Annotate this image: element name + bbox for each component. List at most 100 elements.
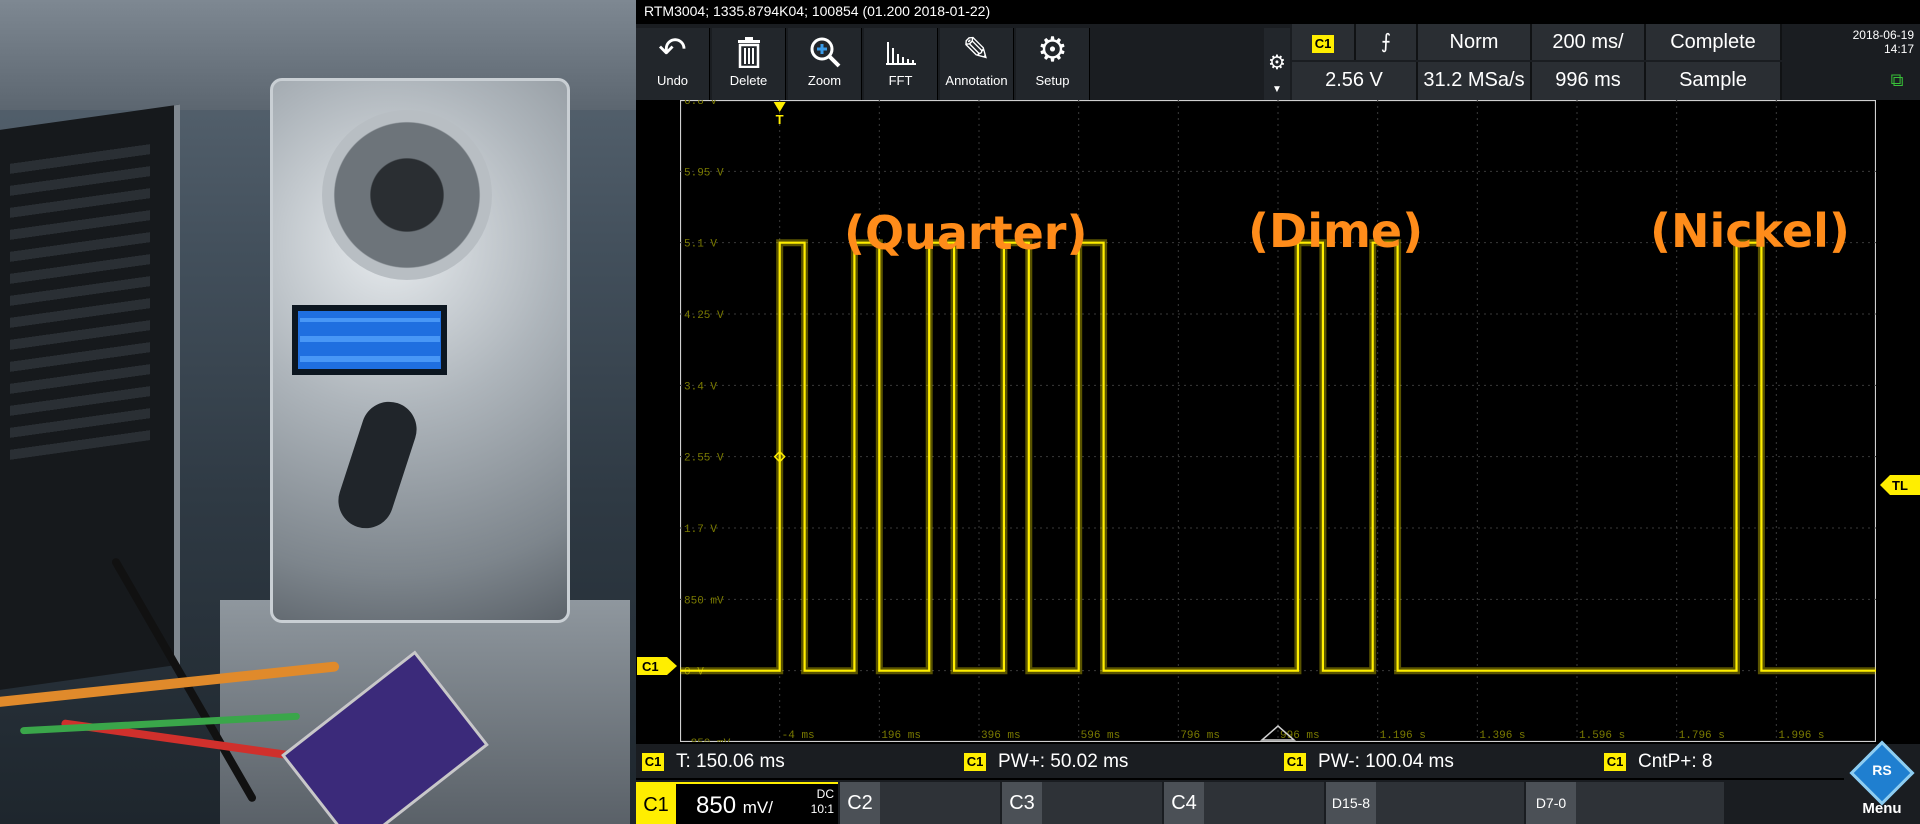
oscilloscope-screen: RTM3004; 1335.8794K04; 100854 (01.200 20…	[636, 0, 1920, 824]
undo-icon: ↶	[658, 31, 687, 69]
measurement-text: T: 150.06 ms	[676, 751, 785, 772]
screen: RTM3004; 1335.8794K04; 100854 (01.200 20…	[0, 0, 1920, 824]
date: 2018-06-19	[1852, 28, 1914, 42]
trace-glow	[680, 239, 1876, 675]
channel-tag: D15-8	[1326, 782, 1376, 824]
trigger-source[interactable]: C1	[1292, 24, 1356, 60]
trigger-level-marker[interactable]: TL	[1880, 475, 1920, 495]
gear-icon: ⚙	[1268, 52, 1286, 74]
channel-1-offset-marker[interactable]: C1	[637, 657, 677, 675]
measurement-source-badge: C1	[1284, 753, 1306, 771]
annotation-nickel: (Nickel)	[1650, 204, 1850, 258]
y-tick-label: 1.7 V	[684, 524, 717, 536]
delete-label: Delete	[729, 73, 768, 88]
setup-button[interactable]: ⚙ Setup	[1016, 28, 1090, 100]
x-tick-label: 1.396 s	[1479, 730, 1525, 742]
channel-tab-d15-8[interactable]: D15-8	[1326, 782, 1524, 824]
y-tick-label: 5.1 V	[684, 239, 717, 251]
annotation-dime: (Dime)	[1248, 204, 1424, 258]
timebase[interactable]: 200 ms/	[1532, 24, 1646, 60]
measurement-pulse-width-negative[interactable]: C1 PW-: 100.04 ms	[1284, 751, 1454, 773]
channel-tab-c4[interactable]: C4	[1164, 782, 1324, 824]
zoom-label: Zoom	[807, 73, 842, 88]
x-tick-label: 1.996 s	[1778, 730, 1824, 742]
measurement-source-badge: C1	[642, 753, 664, 771]
channel-tag: D7-0	[1526, 782, 1576, 824]
svg-text:C1: C1	[642, 659, 659, 674]
channel-tag: C4	[1164, 782, 1204, 824]
x-tick-label: 1.796 s	[1679, 730, 1725, 742]
y-tick-label: 6.8 V	[684, 100, 717, 108]
y-tick-label: 4.25 V	[684, 310, 724, 322]
trigger-position-icon	[773, 102, 786, 112]
acquisition-state[interactable]: Complete	[1646, 24, 1782, 60]
channel-tab-d7-0[interactable]: D7-0	[1526, 782, 1724, 824]
channel-coupling: DC 10:1	[810, 787, 834, 816]
channel-scale: 850 mV/	[696, 792, 773, 819]
y-tick-label: 5.95 V	[684, 167, 724, 179]
trace-line	[680, 241, 1876, 672]
channel-tag: C2	[840, 782, 880, 824]
fft-icon	[864, 28, 937, 72]
menu-button[interactable]: RS Menu	[1844, 740, 1920, 824]
measurement-text: PW-: 100.04 ms	[1318, 751, 1454, 772]
chevron-down-icon: ▼	[1272, 84, 1282, 95]
quick-settings-button[interactable]: ⚙ ▼	[1264, 28, 1290, 100]
x-tick-label: 396 ms	[981, 730, 1021, 742]
y-tick-label: 3.4 V	[684, 381, 717, 393]
svg-text:TL: TL	[1892, 478, 1908, 493]
camera-photo	[0, 0, 636, 824]
window-title: RTM3004; 1335.8794K04; 100854 (01.200 20…	[644, 3, 991, 19]
undo-button[interactable]: ↶ Undo	[636, 28, 710, 100]
sample-rate[interactable]: 31.2 MSa/s	[1418, 62, 1532, 100]
undo-label: Undo	[656, 73, 689, 88]
photo-coin-slot	[322, 110, 492, 280]
delete-button[interactable]: Delete	[712, 28, 786, 100]
trigger-slope[interactable]: ⨍	[1356, 24, 1418, 60]
photo-laptop-keyboard	[10, 140, 150, 460]
time: 14:17	[1883, 42, 1914, 56]
y-tick-labels: 6.8 V 5.95 V 5.1 V 4.25 V 3.4 V 2.55 V 1.7 V 85…	[684, 100, 731, 742]
brand-logo-text: RS	[1872, 762, 1892, 778]
zoom-button[interactable]: Zoom	[788, 28, 862, 100]
pencil-icon: ✎	[962, 31, 991, 69]
measurement-source-badge: C1	[1604, 753, 1626, 771]
channel-tag: C3	[1002, 782, 1042, 824]
channel-tab-c2[interactable]: C2	[840, 782, 1000, 824]
y-tick-label: 850 mV	[684, 595, 724, 607]
x-tick-label: 596 ms	[1081, 730, 1121, 742]
fft-button[interactable]: FFT	[864, 28, 938, 100]
y-tick-label: 2.55 V	[684, 453, 724, 465]
x-tick-label: 796 ms	[1180, 730, 1220, 742]
trigger-level[interactable]: 2.56 V	[1292, 62, 1418, 100]
y-tick-label: -850 mV	[684, 738, 731, 742]
annotation-quarter: (Quarter)	[844, 206, 1088, 260]
channel-bar: C1 850 mV/ DC 10:1 C2 C3 C4 D15-8 D7-0	[636, 780, 1920, 824]
setup-label: Setup	[1035, 73, 1070, 88]
trash-icon	[712, 28, 785, 72]
fft-label: FFT	[888, 73, 913, 88]
x-tick-label: 196 ms	[881, 730, 921, 742]
measurement-positive-pulse-count[interactable]: C1 CntP+: 8	[1604, 751, 1712, 773]
measurement-pulse-width-positive[interactable]: C1 PW+: 50.02 ms	[964, 751, 1128, 773]
channel-tag: C1	[636, 784, 676, 824]
channel-tab-c3[interactable]: C3	[1002, 782, 1162, 824]
measurement-text: CntP+: 8	[1638, 751, 1713, 772]
trigger-mode[interactable]: Norm	[1418, 24, 1532, 60]
waveform-plot[interactable]: 6.8 V 5.95 V 5.1 V 4.25 V 3.4 V 2.55 V 1.7 V 85…	[680, 100, 1876, 742]
graticule	[680, 100, 1876, 742]
rising-edge-icon: ⨍	[1380, 31, 1392, 53]
trigger-source-badge: C1	[1312, 35, 1334, 53]
measurement-period[interactable]: C1 T: 150.06 ms	[642, 751, 785, 773]
waveform-area[interactable]: 6.8 V 5.95 V 5.1 V 4.25 V 3.4 V 2.55 V 1.7 V 85…	[636, 100, 1920, 744]
channel-tab-c1[interactable]: C1 850 mV/ DC 10:1	[636, 782, 838, 824]
measurement-source-badge: C1	[964, 753, 986, 771]
x-tick-label: 1.596 s	[1579, 730, 1625, 742]
x-tick-labels: -4 ms 196 ms 396 ms 596 ms 796 ms 996 ms 1.196…	[782, 730, 1825, 742]
measurement-bar: C1 T: 150.06 ms C1 PW+: 50.02 ms C1 PW-: 10…	[636, 744, 1920, 778]
x-tick-label: -4 ms	[782, 730, 815, 742]
acquisition-mode[interactable]: Sample	[1646, 62, 1782, 100]
annotation-button[interactable]: ✎ Annotation	[940, 28, 1014, 100]
channel-1-trace	[680, 239, 1876, 675]
record-time[interactable]: 996 ms	[1532, 62, 1646, 100]
